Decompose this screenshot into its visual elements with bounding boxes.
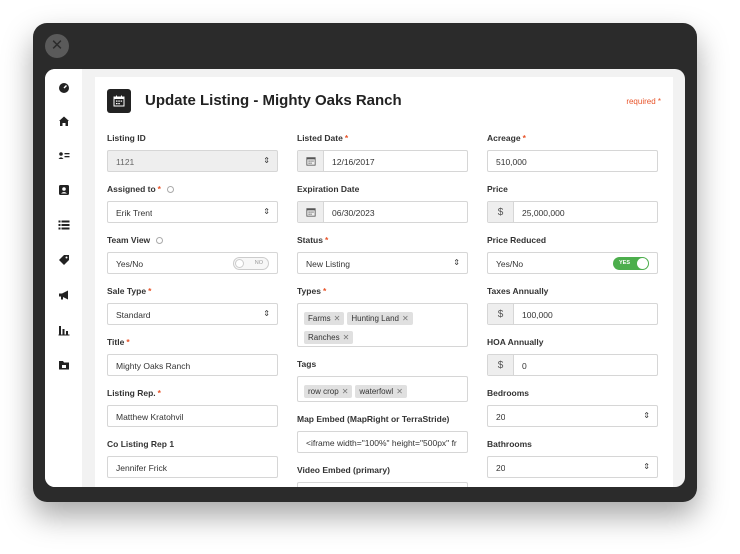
megaphone-icon[interactable]	[57, 288, 70, 301]
tag-icon[interactable]	[57, 253, 70, 266]
profile-icon[interactable]	[57, 183, 70, 196]
chart-icon[interactable]	[57, 323, 70, 336]
dashboard-icon[interactable]	[57, 81, 70, 94]
map-embed-input[interactable]: <iframe width="100%" height="500px" fr	[297, 431, 468, 453]
bedrooms-select[interactable]: 20 ⇕	[487, 405, 658, 427]
calendar-icon	[107, 89, 131, 113]
price-input[interactable]: $ 25,000,000	[487, 201, 658, 223]
price-label: Price	[487, 184, 508, 194]
calendar-icon[interactable]	[298, 151, 324, 171]
price-reduced-field: Yes/No YES	[487, 252, 658, 274]
tags-label: Tags	[297, 359, 317, 369]
remove-chip-icon[interactable]: ✕	[343, 333, 350, 342]
taxes-annually-label: Taxes Annually	[487, 286, 549, 296]
listing-rep-label: Listing Rep. *	[107, 388, 161, 398]
remove-chip-icon[interactable]: ✕	[396, 387, 403, 396]
type-chip: Hunting Land ✕	[347, 312, 413, 325]
hoa-annually-label: HOA Annually	[487, 337, 544, 347]
sort-caret-icon: ⇕	[643, 462, 650, 471]
bathrooms-select[interactable]: 20 ⇕	[487, 456, 658, 478]
video-embed-label: Video Embed (primary)	[297, 465, 390, 475]
co-listing-rep-input[interactable]: Jennifer Frick	[107, 456, 278, 478]
bedrooms-label: Bedrooms	[487, 388, 530, 398]
app-screen: Update Listing - Mighty Oaks Ranch requi…	[45, 69, 685, 487]
team-view-field: Yes/No NO	[107, 252, 278, 274]
sort-caret-icon: ⇕	[453, 258, 460, 267]
sort-caret-icon: ⇕	[263, 156, 270, 165]
expiration-date-input[interactable]: 06/30/2023	[297, 201, 468, 223]
form-panel: Update Listing - Mighty Oaks Ranch requi…	[95, 77, 673, 487]
listing-rep-input[interactable]: Matthew Kratohvil	[107, 405, 278, 427]
sort-caret-icon: ⇕	[263, 207, 270, 216]
types-label: Types *	[297, 286, 327, 296]
map-embed-label: Map Embed (MapRight or TerraStride)	[297, 414, 450, 424]
acreage-label: Acreage *	[487, 133, 526, 143]
types-multiselect[interactable]: Farms ✕ Hunting Land ✕ Ranches ✕	[297, 303, 468, 347]
info-icon[interactable]	[166, 186, 174, 193]
dollar-icon: $	[488, 202, 514, 222]
status-select[interactable]: New Listing ⇕	[297, 252, 468, 274]
team-view-toggle[interactable]: NO	[233, 257, 269, 270]
tag-chip: row crop ✕	[304, 385, 353, 398]
sidebar	[45, 69, 82, 487]
tags-multiselect[interactable]: row crop ✕ waterfowl ✕	[297, 376, 468, 402]
remove-chip-icon[interactable]: ✕	[342, 387, 349, 396]
folder-icon[interactable]	[57, 358, 70, 371]
price-reduced-toggle[interactable]: YES	[613, 257, 649, 270]
listed-date-input[interactable]: 12/16/2017	[297, 150, 468, 172]
sort-caret-icon: ⇕	[643, 411, 650, 420]
expiration-date-label: Expiration Date	[297, 184, 360, 194]
remove-chip-icon[interactable]: ✕	[402, 314, 409, 323]
team-view-label: Team View	[107, 235, 164, 245]
listing-id-label: Listing ID	[107, 133, 146, 143]
list-icon[interactable]	[57, 218, 70, 231]
assigned-to-select[interactable]: Erik Trent ⇕	[107, 201, 278, 223]
bathrooms-label: Bathrooms	[487, 439, 532, 449]
sort-caret-icon: ⇕	[263, 309, 270, 318]
info-icon[interactable]	[156, 237, 164, 244]
close-icon[interactable]: ✕	[45, 34, 69, 58]
listed-date-label: Listed Date *	[297, 133, 349, 143]
price-reduced-label: Price Reduced	[487, 235, 547, 245]
type-chip: Ranches ✕	[304, 331, 354, 344]
assigned-to-label: Assigned to *	[107, 184, 174, 194]
taxes-annually-input[interactable]: $ 100,000	[487, 303, 658, 325]
sale-type-label: Sale Type *	[107, 286, 152, 296]
type-chip: Farms ✕	[304, 312, 345, 325]
hoa-annually-input[interactable]: $ 0	[487, 354, 658, 376]
remove-chip-icon[interactable]: ✕	[334, 314, 341, 323]
co-listing-rep-label: Co Listing Rep 1	[107, 439, 175, 449]
title-label: Title *	[107, 337, 130, 347]
dollar-icon: $	[488, 355, 514, 375]
required-note: required *	[626, 97, 661, 106]
listing-id-select[interactable]: 1121 ⇕	[107, 150, 278, 172]
status-label: Status *	[297, 235, 329, 245]
page-title: Update Listing - Mighty Oaks Ranch	[145, 92, 402, 109]
video-embed-input[interactable]	[297, 482, 468, 487]
title-input[interactable]: Mighty Oaks Ranch	[107, 354, 278, 376]
acreage-input[interactable]: 510,000	[487, 150, 658, 172]
contacts-icon[interactable]	[57, 149, 70, 162]
calendar-icon[interactable]	[298, 202, 324, 222]
home-icon[interactable]	[57, 114, 70, 127]
dollar-icon: $	[488, 304, 514, 324]
sale-type-select[interactable]: Standard ⇕	[107, 303, 278, 325]
tag-chip: waterfowl ✕	[355, 385, 407, 398]
